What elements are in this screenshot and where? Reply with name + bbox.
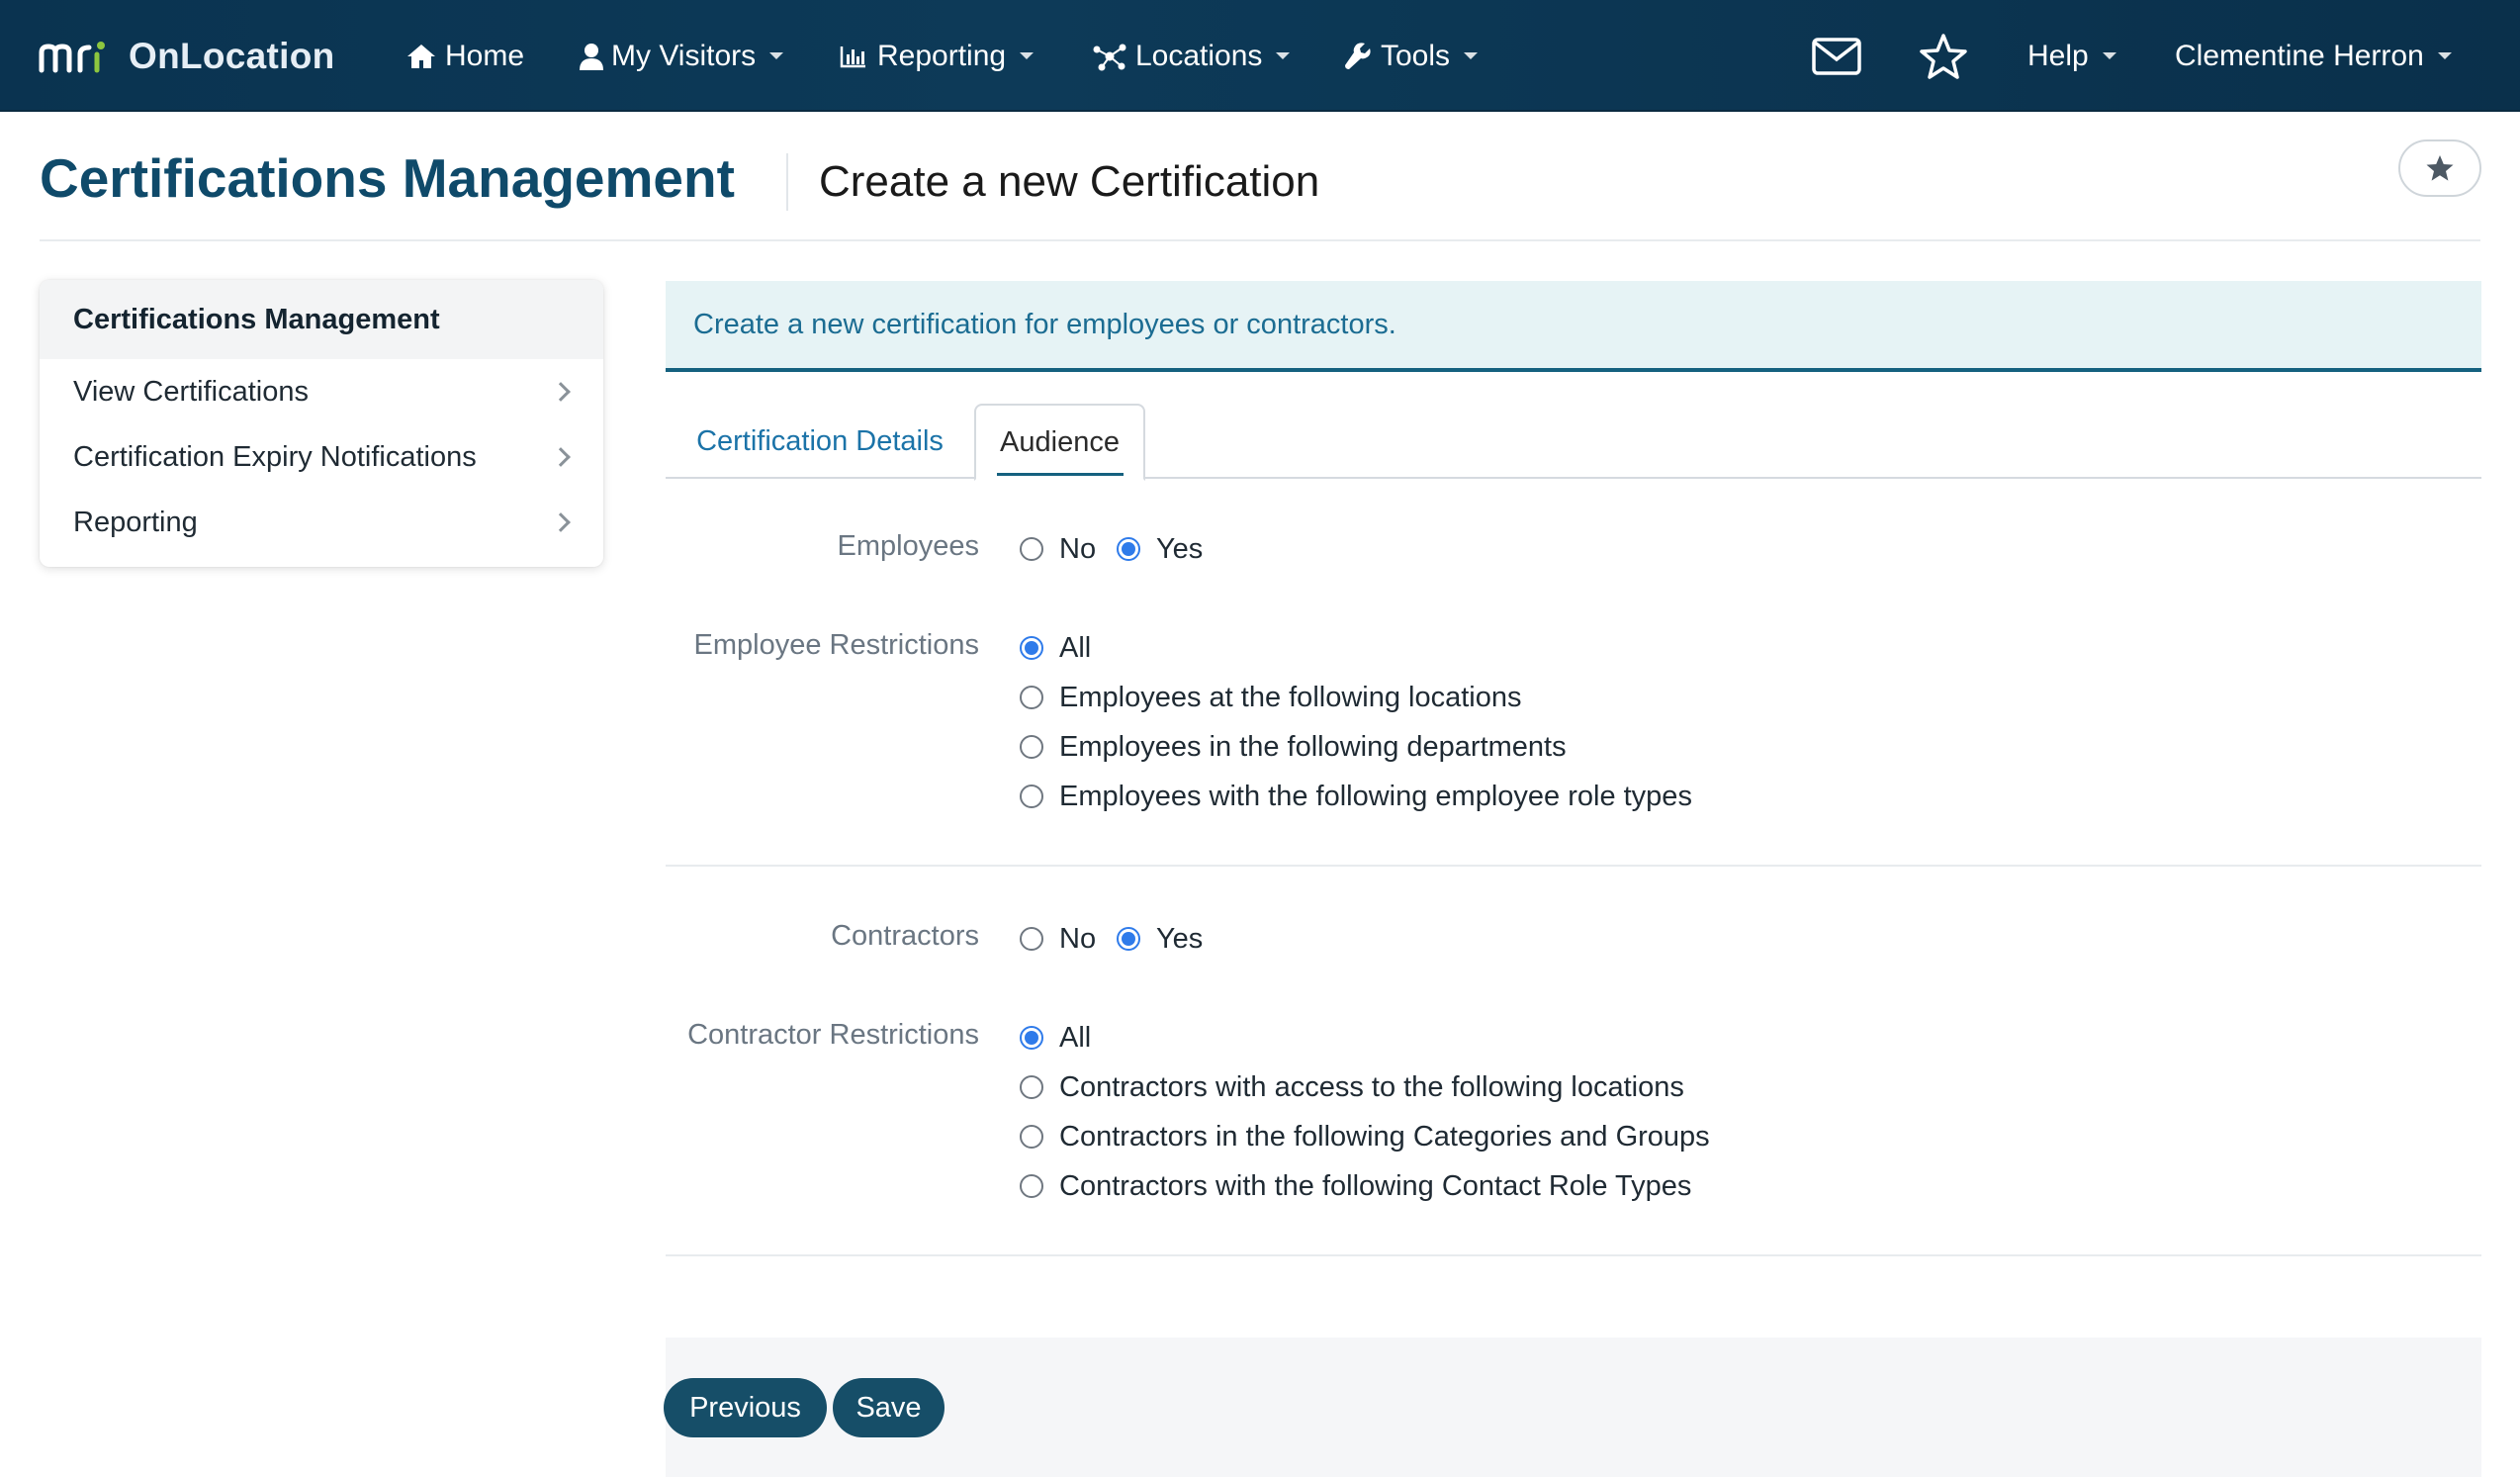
section-divider — [666, 865, 2481, 867]
header-divider — [40, 239, 2480, 241]
sidebar-item-label: Reporting — [73, 506, 198, 538]
bar-chart-icon — [840, 46, 865, 67]
messages-button[interactable] — [1812, 0, 1861, 112]
radio-label: Contractors with the following Contact R… — [1059, 1169, 1692, 1202]
sidebar-item-label: View Certifications — [73, 375, 310, 408]
nav-my-visitors-label: My Visitors — [611, 39, 757, 72]
radio-label: No — [1059, 532, 1097, 565]
employees-yes-option[interactable]: Yes — [1117, 529, 1203, 569]
user-icon — [580, 43, 603, 70]
radio-label: Employees with the following employee ro… — [1059, 780, 1692, 812]
nav-my-visitors[interactable]: My Visitors — [580, 0, 784, 112]
employee-restriction-all[interactable]: All — [1020, 628, 1091, 668]
nav-reporting-label: Reporting — [877, 39, 1007, 72]
page-subtitle: Create a new Certification — [819, 157, 1320, 206]
favorites-nav-button[interactable] — [1919, 0, 1968, 112]
envelope-icon — [1812, 37, 1861, 75]
chevron-right-icon — [551, 447, 571, 467]
nav-tools[interactable]: Tools — [1343, 0, 1479, 112]
radio-label: Employees at the following locations — [1059, 681, 1522, 713]
nav-locations[interactable]: Locations — [1092, 0, 1291, 112]
home-icon — [407, 44, 435, 68]
favorite-page-button[interactable] — [2398, 139, 2481, 197]
section-divider — [666, 1254, 2481, 1256]
brand-name: OnLocation — [129, 35, 335, 76]
chevron-down-icon — [2437, 52, 2452, 59]
employee-restriction-locations[interactable]: Employees at the following locations — [1020, 678, 1521, 717]
network-icon — [1093, 44, 1126, 70]
contractors-no-option[interactable]: No — [1020, 919, 1096, 959]
employee-restriction-role-types-radio[interactable] — [1020, 785, 1043, 808]
chevron-down-icon — [1020, 52, 1035, 59]
nav-help[interactable]: Help — [2027, 0, 2116, 112]
previous-button[interactable]: Previous — [664, 1378, 827, 1437]
contractors-yes-option[interactable]: Yes — [1117, 919, 1203, 959]
tab-audience[interactable]: Audience — [974, 404, 1145, 481]
employee-restriction-locations-radio[interactable] — [1020, 686, 1043, 709]
radio-label: All — [1059, 631, 1092, 664]
contractor-restriction-all[interactable]: All — [1020, 1018, 1091, 1058]
contractors-no-radio[interactable] — [1020, 927, 1043, 951]
employees-no-option[interactable]: No — [1020, 529, 1096, 569]
nav-reporting[interactable]: Reporting — [840, 0, 1035, 112]
radio-label: Yes — [1156, 922, 1204, 955]
chevron-right-icon — [551, 512, 571, 532]
user-name: Clementine Herron — [2175, 39, 2424, 72]
chevron-down-icon — [769, 52, 784, 59]
contractor-restriction-categories-radio[interactable] — [1020, 1125, 1043, 1149]
save-button[interactable]: Save — [833, 1378, 945, 1437]
sidebar-item-label: Certification Expiry Notifications — [73, 440, 477, 473]
contractor-restrictions-label: Contractor Restrictions — [687, 1019, 979, 1051]
sidebar: Certifications Management View Certifica… — [40, 280, 603, 567]
active-tab-indicator — [997, 473, 1124, 476]
chevron-down-icon — [1276, 52, 1291, 59]
brand-logo[interactable]: OnLocation — [38, 0, 335, 112]
contractor-restriction-locations[interactable]: Contractors with access to the following… — [1020, 1067, 1684, 1107]
nav-locations-label: Locations — [1135, 39, 1263, 72]
info-banner: Create a new certification for employees… — [666, 281, 2481, 372]
mri-logo-icon — [39, 41, 105, 72]
contractor-restriction-categories[interactable]: Contractors in the following Categories … — [1020, 1117, 1710, 1156]
contractor-restriction-role-types-radio[interactable] — [1020, 1174, 1043, 1198]
employees-label: Employees — [837, 530, 979, 562]
radio-label: Yes — [1156, 532, 1204, 565]
radio-label: Contractors with access to the following… — [1059, 1070, 1684, 1103]
chevron-down-icon — [2102, 52, 2116, 59]
radio-label: All — [1059, 1021, 1092, 1054]
employee-restriction-role-types[interactable]: Employees with the following employee ro… — [1020, 777, 1692, 816]
page-title: Certifications Management — [40, 147, 735, 209]
tab-certification-details[interactable]: Certification Details — [666, 404, 974, 479]
employee-restriction-departments-radio[interactable] — [1020, 735, 1043, 759]
chevron-down-icon — [1464, 52, 1479, 59]
nav-home-label: Home — [445, 39, 525, 72]
employee-restriction-all-radio[interactable] — [1020, 636, 1043, 660]
employees-yes-radio[interactable] — [1117, 537, 1140, 561]
radio-label: Employees in the following departments — [1059, 730, 1567, 763]
star-outline-icon — [1920, 33, 1967, 79]
contractors-yes-radio[interactable] — [1117, 927, 1140, 951]
contractor-restriction-locations-radio[interactable] — [1020, 1075, 1043, 1099]
radio-label: No — [1059, 922, 1097, 955]
nav-help-label: Help — [2027, 39, 2089, 72]
employee-restriction-departments[interactable]: Employees in the following departments — [1020, 727, 1567, 767]
nav-home[interactable]: Home — [405, 0, 524, 112]
sidebar-title: Certifications Management — [40, 280, 603, 359]
title-divider — [786, 153, 788, 211]
nav-tools-label: Tools — [1381, 39, 1451, 72]
employees-no-radio[interactable] — [1020, 537, 1043, 561]
contractors-label: Contractors — [831, 920, 979, 952]
star-icon — [2426, 155, 2454, 181]
wrench-icon — [1345, 42, 1371, 69]
employee-restrictions-label: Employee Restrictions — [693, 629, 980, 661]
user-menu[interactable]: Clementine Herron — [2175, 0, 2452, 112]
top-navbar: OnLocation Home My Visitors Reporting Lo… — [0, 0, 2520, 112]
contractor-restriction-role-types[interactable]: Contractors with the following Contact R… — [1020, 1166, 1691, 1206]
chevron-right-icon — [551, 382, 571, 402]
sidebar-item-view-certifications[interactable]: View Certifications — [40, 359, 603, 424]
contractor-restriction-all-radio[interactable] — [1020, 1026, 1043, 1050]
sidebar-item-expiry-notifications[interactable]: Certification Expiry Notifications — [40, 424, 603, 490]
radio-label: Contractors in the following Categories … — [1059, 1120, 1710, 1153]
